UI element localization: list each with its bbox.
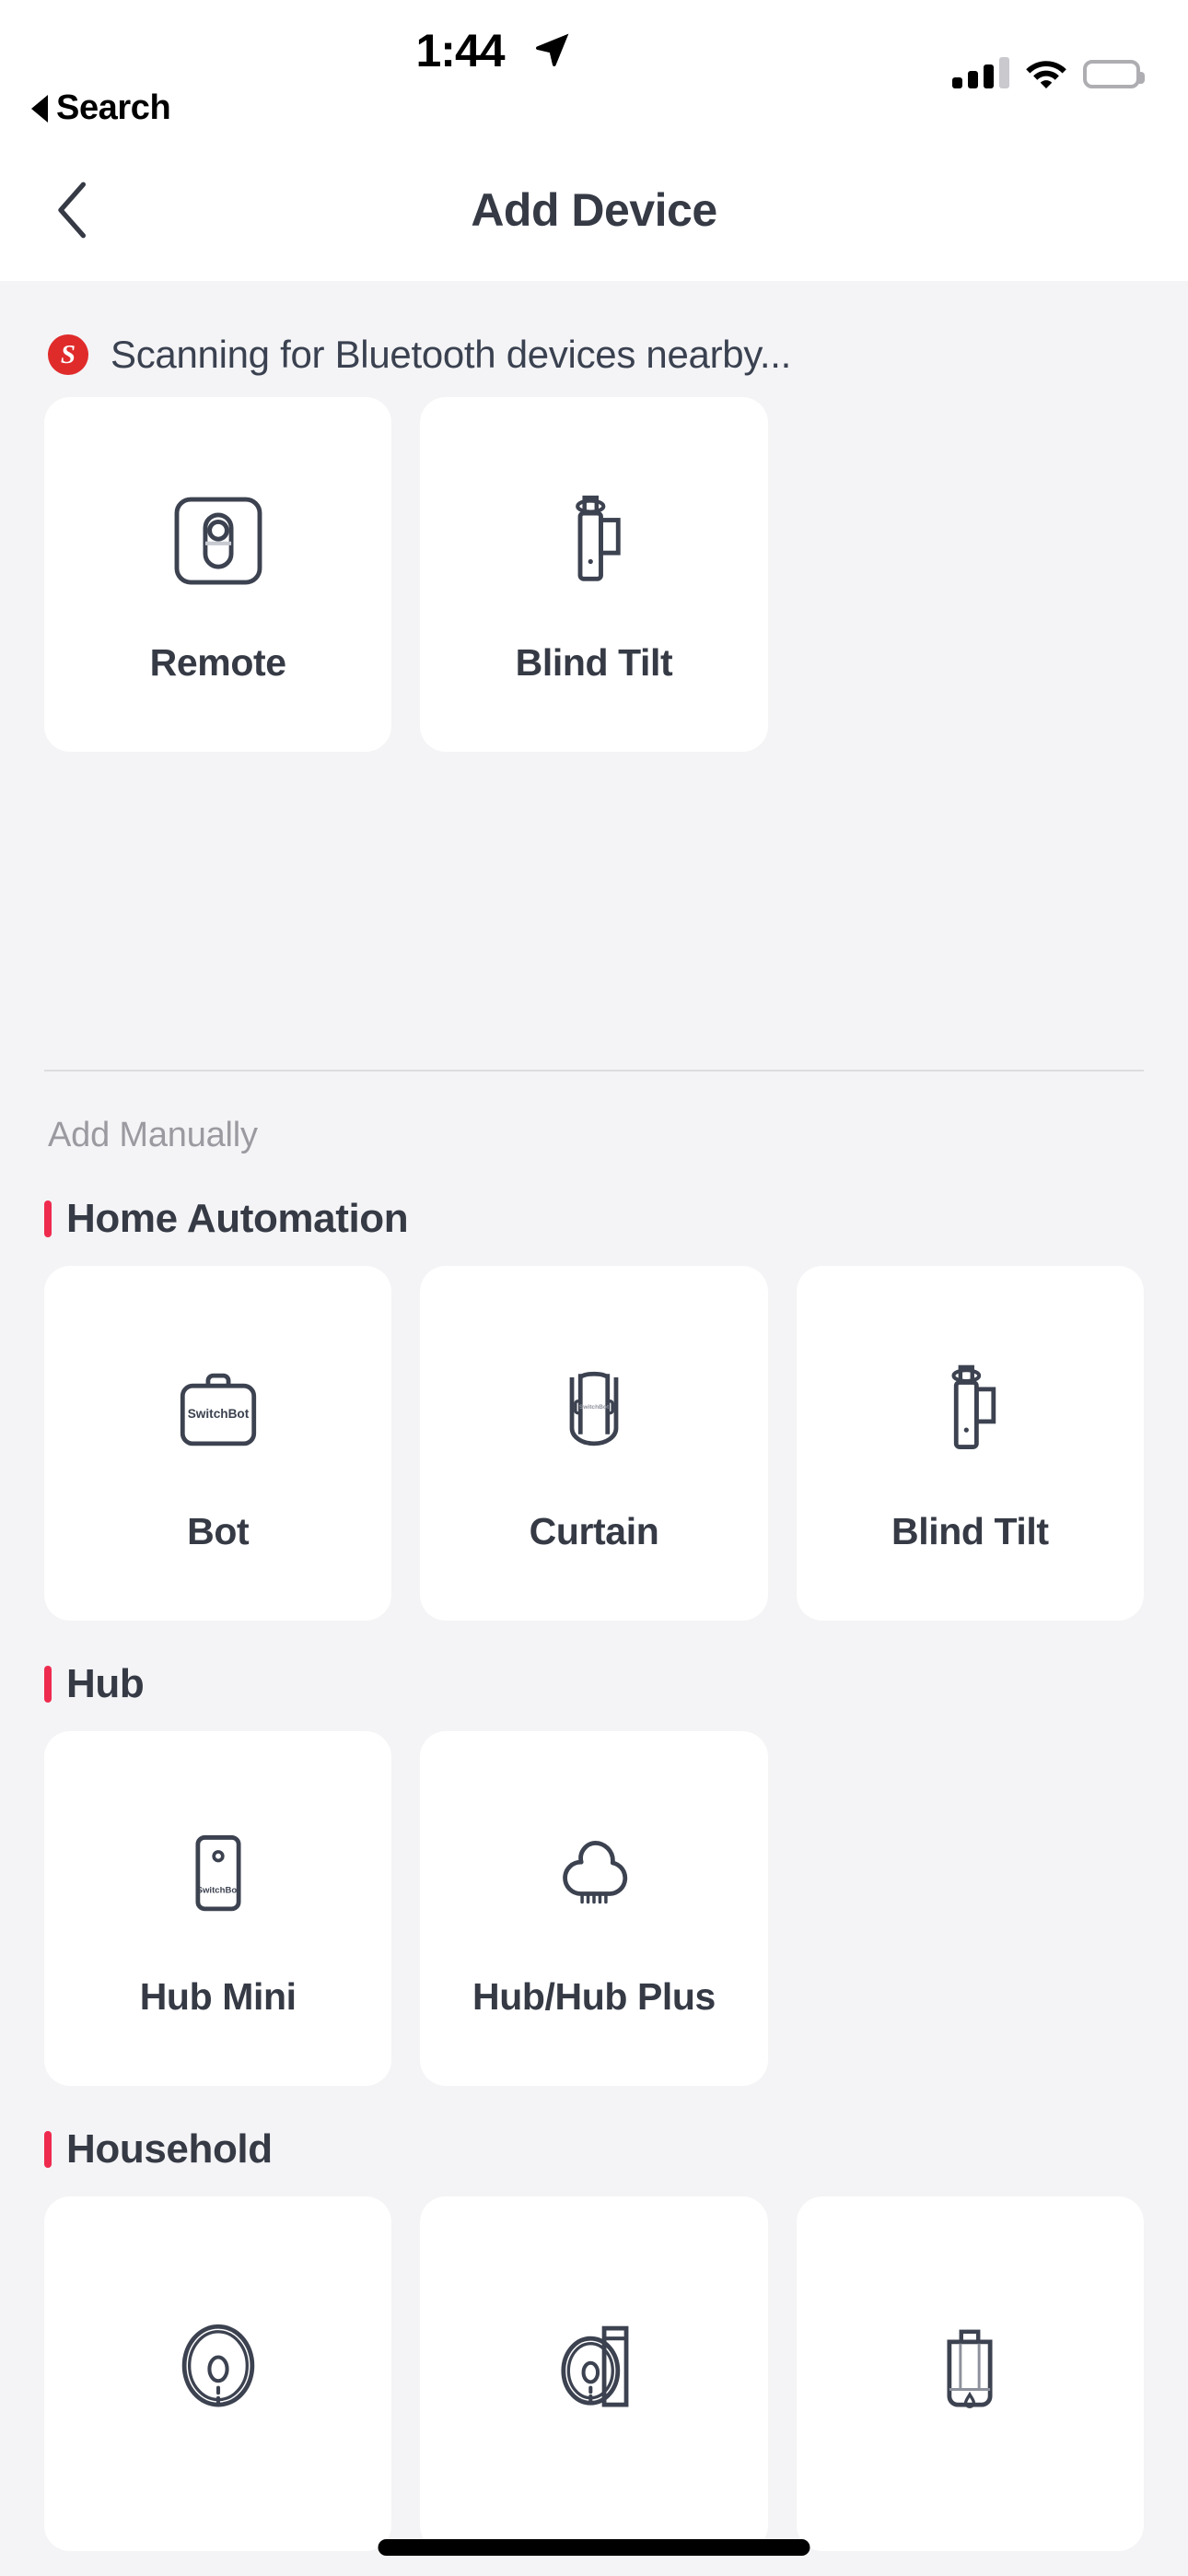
navigation-bar: Add Device	[0, 138, 1188, 281]
hub-mini-brand-text: SwitchBot	[196, 1885, 240, 1895]
device-card-robot-vacuum-dock[interactable]	[420, 2196, 768, 2551]
page-title: Add Device	[471, 183, 717, 236]
switchbot-logo-letter: S	[60, 339, 76, 369]
home-automation-grid: SwitchBot Bot SwitchBot Curtain Blind Ti…	[0, 1266, 1188, 1621]
cellular-signal-icon	[952, 57, 1009, 88]
scanning-status-text: Scanning for Bluetooth devices nearby...	[111, 333, 792, 376]
section-accent-bar	[44, 1200, 52, 1237]
status-bar-back-label: Search	[56, 88, 171, 127]
switchbot-logo-icon: S	[48, 334, 88, 375]
robot-vacuum-dock-device-icon	[540, 2286, 648, 2438]
blind-tilt-device-icon	[915, 1334, 1024, 1486]
device-card-robot-vacuum[interactable]	[44, 2196, 392, 2551]
section-title: Home Automation	[66, 1196, 409, 1241]
device-card-blind-tilt-discovered[interactable]: Blind Tilt	[420, 397, 768, 752]
device-card-label: Blind Tilt	[891, 1509, 1049, 1552]
household-grid	[0, 2196, 1188, 2551]
section-title: Hub	[66, 1661, 145, 1706]
status-bar-back-to-search[interactable]: Search	[31, 88, 171, 128]
add-manually-label: Add Manually	[48, 1116, 258, 1154]
location-arrow-icon	[532, 29, 573, 70]
section-header-household: Household	[0, 2086, 1188, 2196]
device-card-label: Bot	[187, 1509, 250, 1552]
curtain-device-icon: SwitchBot	[540, 1334, 648, 1486]
section-title: Household	[66, 2126, 273, 2172]
hub-grid: SwitchBot Hub Mini Hub/Hub Plus	[0, 1731, 1188, 2086]
section-accent-bar	[44, 2131, 52, 2168]
hub-plus-device-icon	[540, 1799, 648, 1951]
add-device-page: S Scanning for Bluetooth devices nearby.…	[0, 281, 1188, 2551]
device-card-bot[interactable]: SwitchBot Bot	[44, 1266, 392, 1621]
device-card-label: Hub Mini	[139, 1974, 297, 2018]
section-accent-bar	[44, 1666, 52, 1703]
hub-mini-device-icon: SwitchBot	[164, 1799, 273, 1951]
device-card-label: Hub/Hub Plus	[472, 1974, 716, 2018]
grid-empty-slot	[797, 1731, 1144, 2086]
status-bar-indicators	[952, 48, 1145, 88]
discovered-devices-grid: Remote Blind Tilt	[0, 397, 1188, 752]
humidifier-device-icon	[915, 2286, 1024, 2438]
bot-device-icon: SwitchBot	[164, 1334, 273, 1486]
back-button[interactable]	[41, 178, 105, 242]
chevron-left-icon	[54, 181, 91, 239]
device-card-label: Remote	[149, 640, 286, 684]
home-indicator[interactable]	[378, 2539, 810, 2556]
device-card-hub-mini[interactable]: SwitchBot Hub Mini	[44, 1731, 392, 2086]
blind-tilt-device-icon	[539, 465, 649, 617]
battery-icon	[1083, 60, 1145, 88]
triangle-left-icon	[31, 94, 48, 123]
bot-brand-text: SwitchBot	[187, 1407, 249, 1421]
remote-device-icon	[163, 465, 274, 617]
section-header-home-automation: Home Automation	[0, 1155, 1188, 1266]
device-card-remote[interactable]: Remote	[44, 397, 392, 752]
status-bar: 1:44 Search	[0, 0, 1188, 138]
scanning-status-row: S Scanning for Bluetooth devices nearby.…	[0, 281, 1188, 397]
device-card-label: Curtain	[529, 1509, 659, 1552]
grid-empty-slot	[797, 397, 1144, 752]
device-card-curtain[interactable]: SwitchBot Curtain	[420, 1266, 768, 1621]
robot-vacuum-device-icon	[164, 2286, 273, 2438]
device-card-hub-plus[interactable]: Hub/Hub Plus	[420, 1731, 768, 2086]
scan-empty-space	[0, 752, 1188, 1070]
device-card-label: Blind Tilt	[515, 640, 673, 684]
device-card-blind-tilt[interactable]: Blind Tilt	[796, 1266, 1144, 1621]
wifi-icon	[1025, 57, 1067, 88]
device-card-humidifier[interactable]	[796, 2196, 1144, 2551]
status-bar-time-group: 1:44	[0, 24, 1089, 77]
section-header-hub: Hub	[0, 1621, 1188, 1731]
status-bar-time: 1:44	[415, 25, 506, 76]
curtain-brand-text: SwitchBot	[579, 1404, 610, 1411]
